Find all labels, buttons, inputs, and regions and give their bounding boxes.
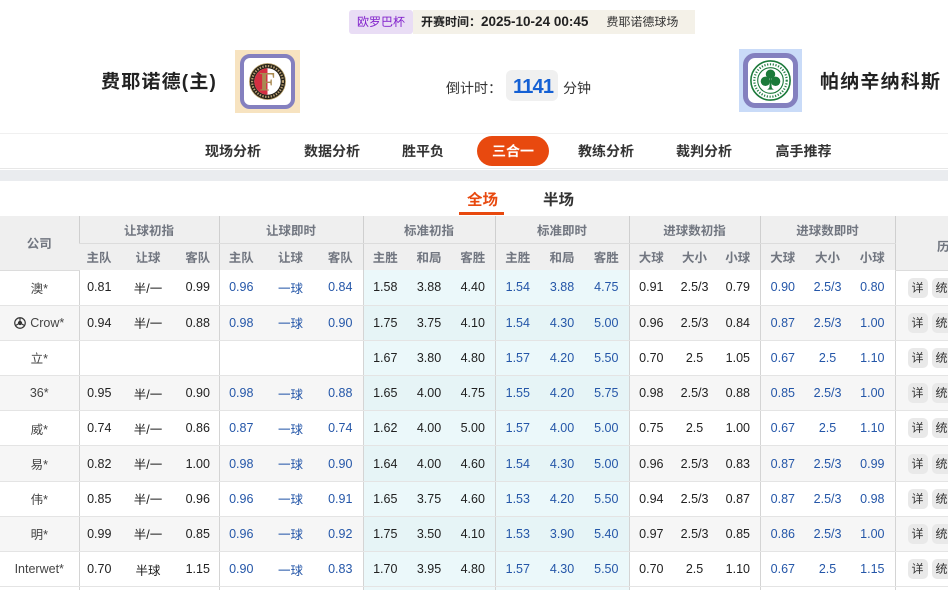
svg-text:F: F	[260, 68, 276, 97]
